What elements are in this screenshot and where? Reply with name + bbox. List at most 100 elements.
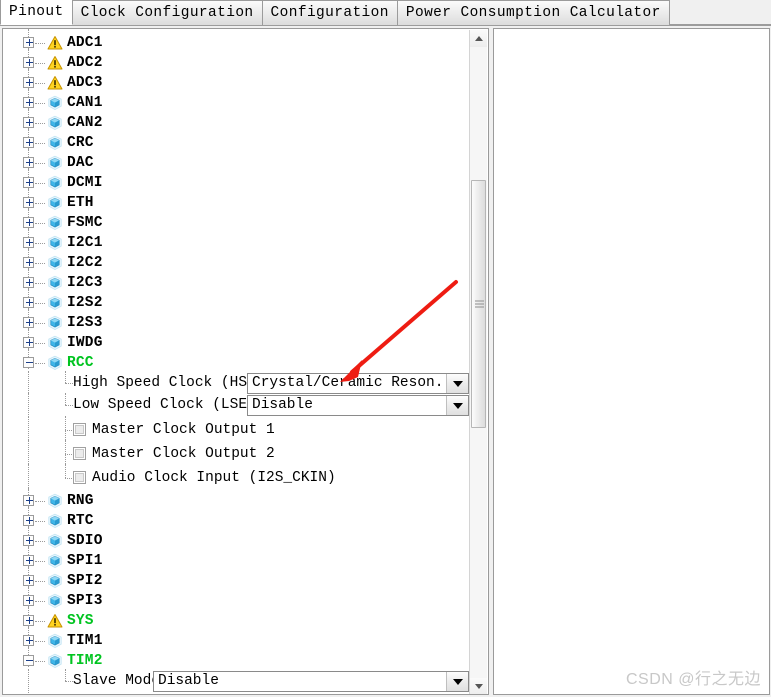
- tree-expander-iwdg[interactable]: [23, 337, 34, 348]
- tree-item-i2c3[interactable]: I2C3: [3, 269, 469, 293]
- tree-item-can1[interactable]: CAN1: [3, 89, 469, 113]
- tree-expander-i2s3[interactable]: [23, 317, 34, 328]
- tree-child-slave-mode[interactable]: Slave Mode Disable: [3, 669, 469, 693]
- tab-power-consumption-calculator[interactable]: Power Consumption Calculator: [396, 0, 670, 25]
- tree-child-master-clock-output-2[interactable]: Master Clock Output 2: [3, 440, 469, 466]
- tree-expander-spi3[interactable]: [23, 595, 34, 606]
- tree-expander-eth[interactable]: [23, 197, 34, 208]
- master-clock-output-2-label: Master Clock Output 2: [92, 446, 275, 462]
- tree-expander-i2c2[interactable]: [23, 257, 34, 268]
- tree-expander-sys[interactable]: [23, 615, 34, 626]
- tree-item-sdio[interactable]: SDIO: [3, 527, 469, 551]
- tree-item-spi2[interactable]: SPI2: [3, 567, 469, 591]
- tree-item-crc[interactable]: CRC: [3, 129, 469, 153]
- tree-item-label: I2C2: [67, 255, 103, 271]
- tree-item-fsmc[interactable]: FSMC: [3, 209, 469, 233]
- tree-expander-i2c1[interactable]: [23, 237, 34, 248]
- tree-expander-can2[interactable]: [23, 117, 34, 128]
- tree-child-hse[interactable]: High Speed Clock (HSE) Crystal/Ceramic Re…: [3, 371, 469, 395]
- tree-item-i2s2[interactable]: I2S2: [3, 289, 469, 313]
- warning-icon-adc1: [47, 35, 63, 51]
- tree-item-label: DCMI: [67, 175, 103, 191]
- tree-item-eth[interactable]: ETH: [3, 189, 469, 213]
- chevron-down-icon: [452, 402, 463, 409]
- scrollbar-track[interactable]: [470, 47, 487, 678]
- tree-expander-rcc[interactable]: [23, 357, 34, 368]
- tree-expander-rtc[interactable]: [23, 515, 34, 526]
- tree-item-rcc[interactable]: RCC: [3, 349, 469, 373]
- checkbox-master-clock-output-2[interactable]: [73, 447, 86, 460]
- tree-item-i2c2[interactable]: I2C2: [3, 249, 469, 273]
- peripheral-tree[interactable]: ADC1 ADC2 ADC3 CAN1 CAN2 CRC DAC DCMI ETH FSMC I2C…: [3, 29, 469, 694]
- tree-expander-rng[interactable]: [23, 495, 34, 506]
- tree-expander-spi1[interactable]: [23, 555, 34, 566]
- scrollbar-up-button[interactable]: [470, 30, 487, 47]
- cube-icon-i2c1: [47, 235, 63, 251]
- tree-item-tim2[interactable]: TIM2: [3, 647, 469, 671]
- tree-expander-i2c3[interactable]: [23, 277, 34, 288]
- tree-item-sys[interactable]: SYS: [3, 607, 469, 631]
- lse-dropdown-arrow-button[interactable]: [446, 396, 468, 415]
- tree-child-lse[interactable]: Low Speed Clock (LSE) Disable: [3, 393, 469, 417]
- tree-expander-i2s2[interactable]: [23, 297, 34, 308]
- slave-mode-dropdown-arrow-button[interactable]: [446, 672, 468, 691]
- cube-icon-sdio: [47, 533, 63, 549]
- tree-expander-fsmc[interactable]: [23, 217, 34, 228]
- tree-expander-adc2[interactable]: [23, 57, 34, 68]
- tree-item-adc1[interactable]: ADC1: [3, 29, 469, 53]
- tree-item-spi1[interactable]: SPI1: [3, 547, 469, 571]
- peripheral-tree-panel: ADC1 ADC2 ADC3 CAN1 CAN2 CRC DAC DCMI ETH FSMC I2C…: [2, 28, 489, 695]
- cube-icon-can1: [47, 95, 63, 111]
- tab-configuration[interactable]: Configuration: [261, 0, 398, 25]
- tree-item-dcmi[interactable]: DCMI: [3, 169, 469, 193]
- hse-dropdown[interactable]: Crystal/Ceramic Reson...: [247, 373, 469, 394]
- tree-expander-tim1[interactable]: [23, 635, 34, 646]
- tab-pinout-label: Pinout: [9, 4, 64, 20]
- cube-icon-spi3: [47, 593, 63, 609]
- tree-child-audio-clock-input[interactable]: Audio Clock Input (I2S_CKIN): [3, 464, 469, 490]
- checkbox-master-clock-output-1[interactable]: [73, 423, 86, 436]
- warning-icon-adc3: [47, 75, 63, 91]
- tab-configuration-label: Configuration: [270, 5, 389, 21]
- tree-expander-dac[interactable]: [23, 157, 34, 168]
- tab-pinout[interactable]: Pinout: [0, 0, 73, 25]
- tree-expander-crc[interactable]: [23, 137, 34, 148]
- cube-icon-tim1: [47, 633, 63, 649]
- tab-clock-configuration[interactable]: Clock Configuration: [71, 0, 263, 25]
- hse-label: High Speed Clock (HSE): [73, 375, 265, 391]
- tree-child-master-clock-output-1[interactable]: Master Clock Output 1: [3, 416, 469, 442]
- tree-item-adc3[interactable]: ADC3: [3, 69, 469, 93]
- warning-icon-sys: [47, 613, 63, 629]
- tree-item-label: ADC2: [67, 55, 103, 71]
- tree-expander-spi2[interactable]: [23, 575, 34, 586]
- checkbox-audio-clock-input[interactable]: [73, 471, 86, 484]
- slave-mode-dropdown[interactable]: Disable: [153, 671, 469, 692]
- tree-item-label: SPI2: [67, 573, 103, 589]
- tree-item-i2s3[interactable]: I2S3: [3, 309, 469, 333]
- tree-item-spi3[interactable]: SPI3: [3, 587, 469, 611]
- tree-item-i2c1[interactable]: I2C1: [3, 229, 469, 253]
- scrollbar-thumb[interactable]: [471, 180, 486, 428]
- tree-item-label: CRC: [67, 135, 94, 151]
- tree-item-can2[interactable]: CAN2: [3, 109, 469, 133]
- tree-expander-tim2[interactable]: [23, 655, 34, 666]
- tree-item-tim1[interactable]: TIM1: [3, 627, 469, 651]
- tree-item-iwdg[interactable]: IWDG: [3, 329, 469, 353]
- hse-dropdown-arrow-button[interactable]: [446, 374, 468, 393]
- tree-vertical-scrollbar[interactable]: [469, 30, 487, 694]
- tree-item-label: RTC: [67, 513, 94, 529]
- tree-item-rng[interactable]: RNG: [3, 487, 469, 511]
- tree-expander-dcmi[interactable]: [23, 177, 34, 188]
- cubemx-pinout-window: Pinout Clock Configuration Configuration…: [0, 0, 771, 697]
- tree-expander-sdio[interactable]: [23, 535, 34, 546]
- scrollbar-down-button[interactable]: [470, 678, 487, 694]
- tree-item-adc2[interactable]: ADC2: [3, 49, 469, 73]
- tree-item-rtc[interactable]: RTC: [3, 507, 469, 531]
- tree-item-label: I2C1: [67, 235, 103, 251]
- tree-expander-can1[interactable]: [23, 97, 34, 108]
- tree-expander-adc3[interactable]: [23, 77, 34, 88]
- tree-item-dac[interactable]: DAC: [3, 149, 469, 173]
- tree-expander-adc1[interactable]: [23, 37, 34, 48]
- cube-icon-spi1: [47, 553, 63, 569]
- lse-dropdown[interactable]: Disable: [247, 395, 469, 416]
